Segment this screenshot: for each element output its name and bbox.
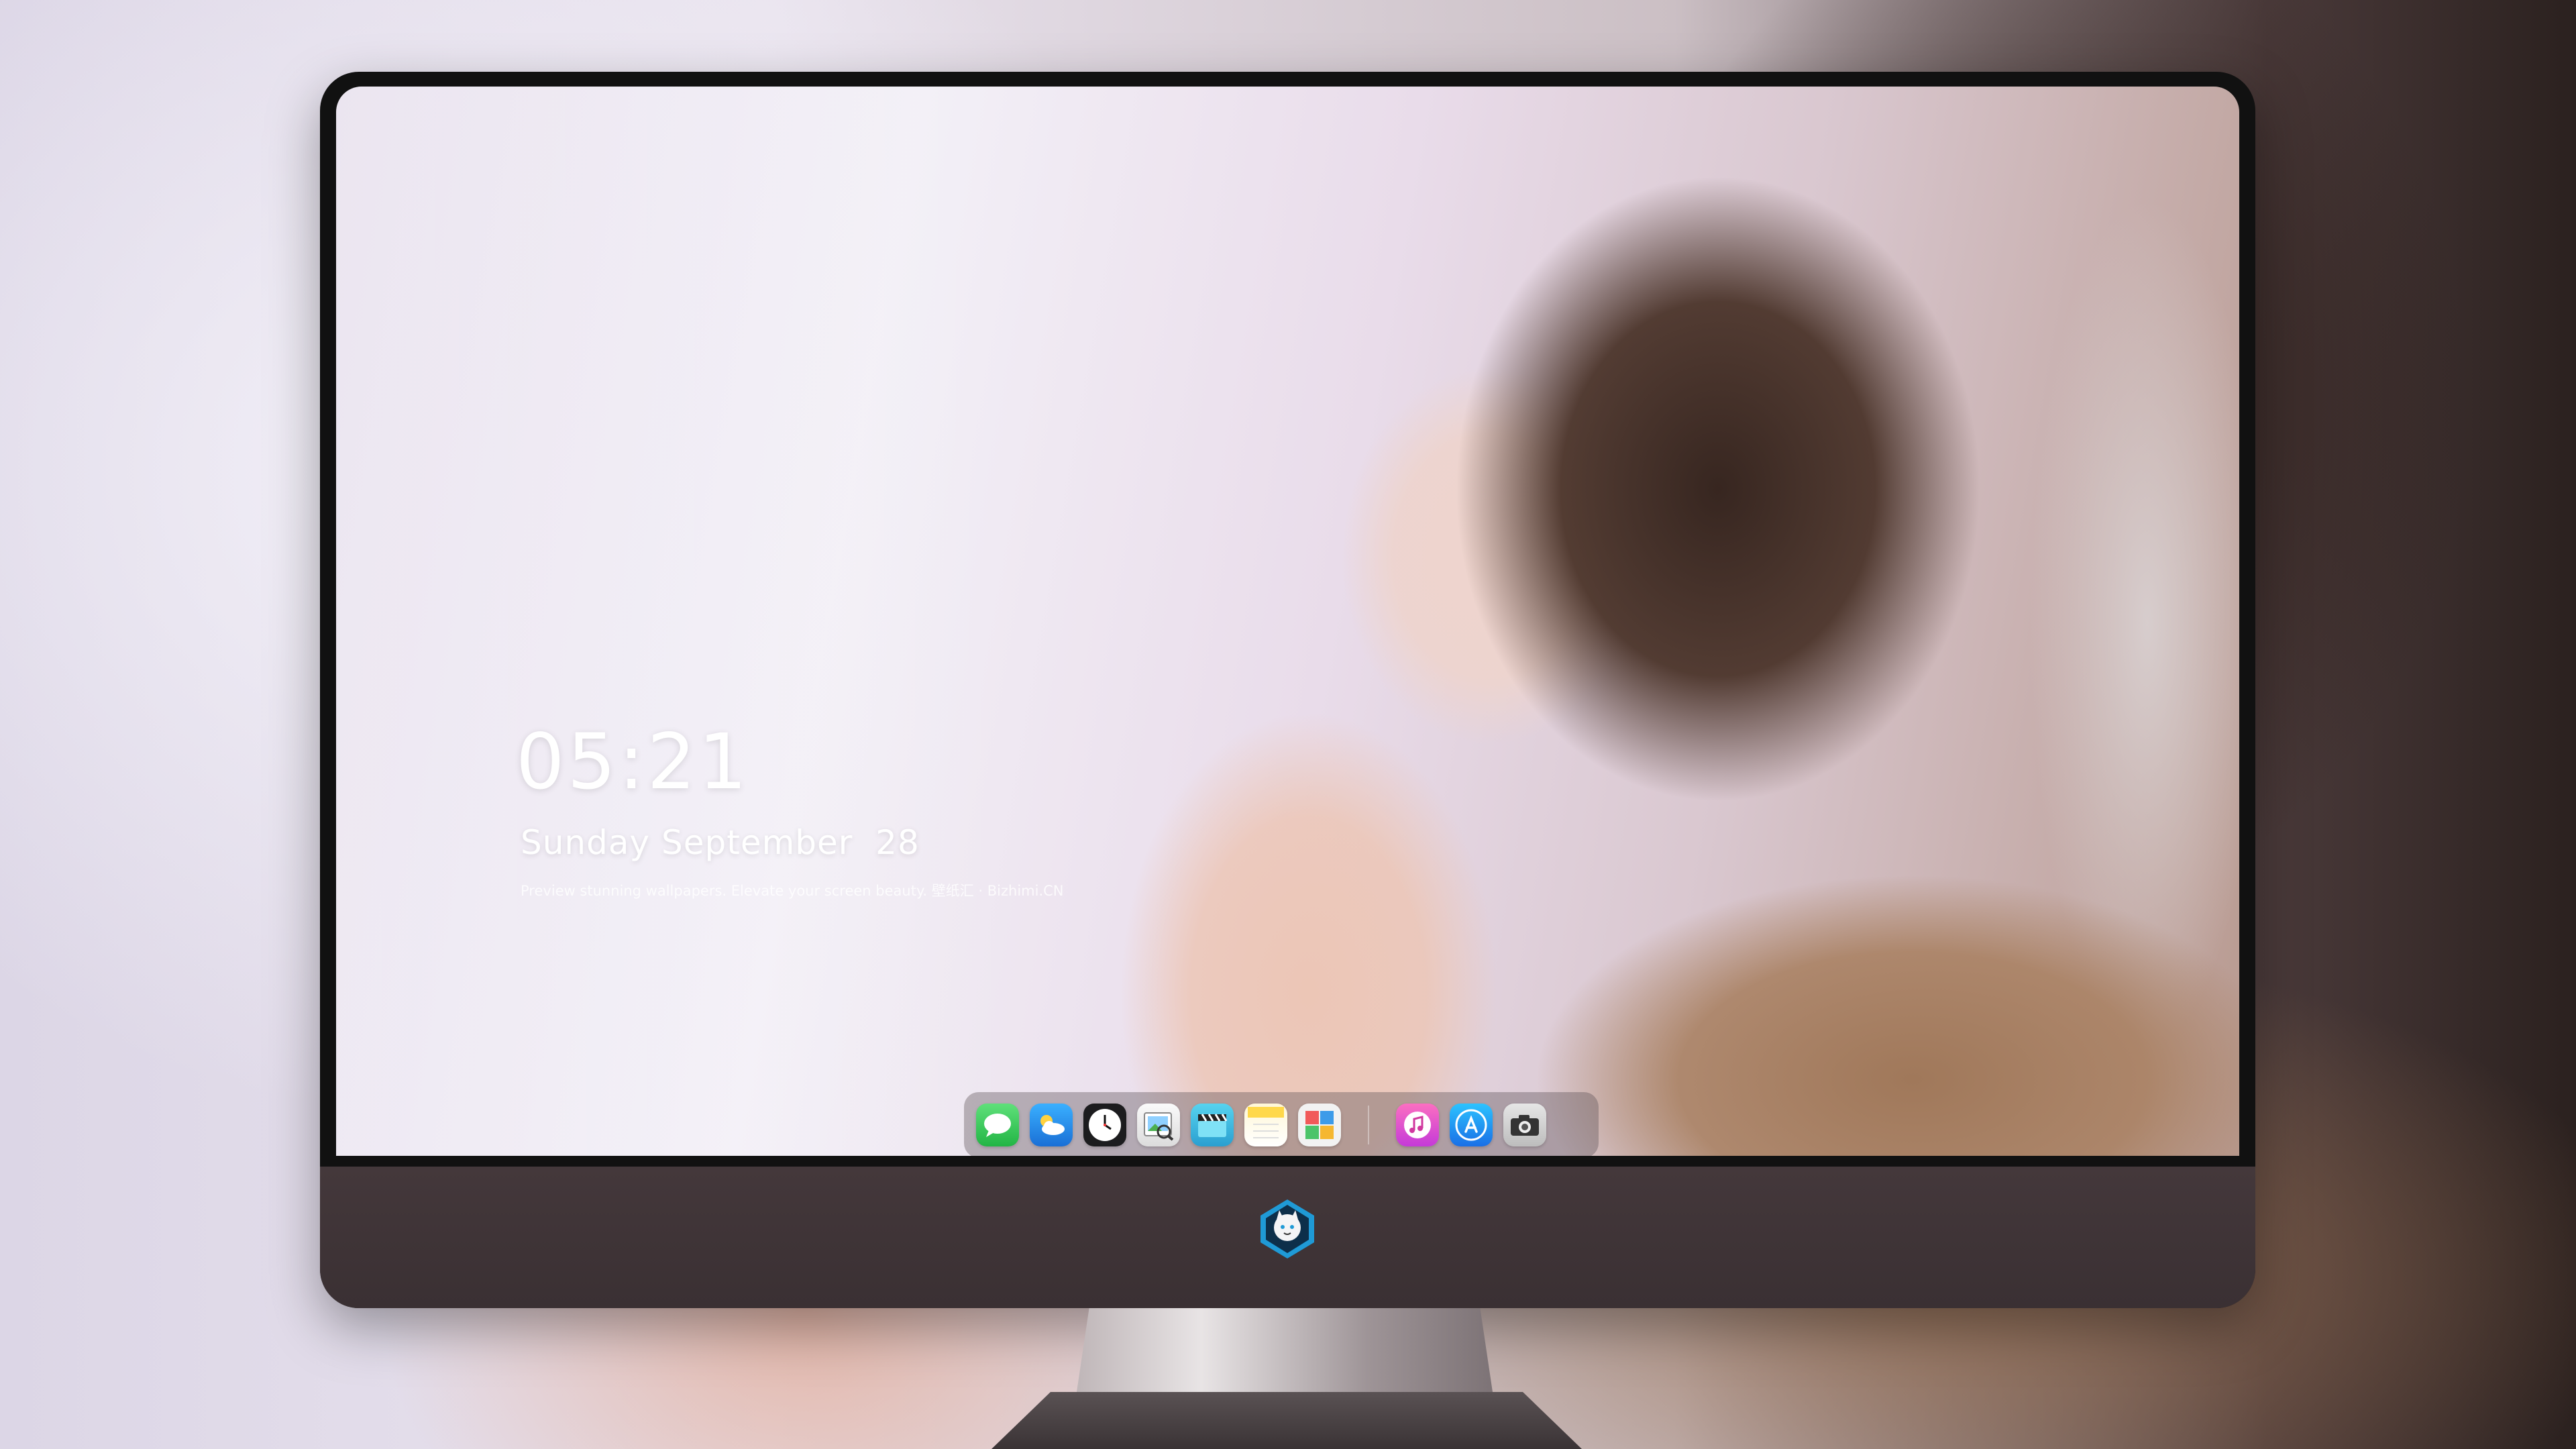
mascot-logo-icon [1255, 1197, 1320, 1261]
clapperboard-icon[interactable] [1191, 1104, 1234, 1146]
messages-icon[interactable] [976, 1104, 1019, 1146]
app-store-icon[interactable] [1450, 1104, 1493, 1146]
music-note-icon[interactable] [1396, 1104, 1439, 1146]
monitor-stand-base [991, 1392, 1582, 1449]
wallpaper-tagline: Preview stunning wallpapers. Elevate you… [521, 883, 1064, 899]
lock-screen-date: Sunday September 28 [521, 823, 920, 862]
lock-screen[interactable]: 05:21 Sunday September 28 Preview stunni… [336, 87, 2239, 1156]
monitor: 05:21 Sunday September 28 Preview stunni… [320, 72, 2255, 1308]
monitor-stand-neck [1077, 1308, 1493, 1392]
camera-icon[interactable] [1503, 1104, 1546, 1146]
dock-separator [1368, 1106, 1369, 1144]
photo-grid-icon[interactable] [1298, 1104, 1341, 1146]
dock [964, 1092, 1599, 1156]
lock-screen-time: 05:21 [516, 717, 750, 806]
monitor-chin [320, 1167, 2255, 1308]
weather-icon[interactable] [1030, 1104, 1073, 1146]
preview-icon[interactable] [1137, 1104, 1180, 1146]
clock-icon[interactable] [1083, 1104, 1126, 1146]
wallpaper [336, 87, 2239, 1156]
notes-icon[interactable] [1244, 1104, 1287, 1146]
